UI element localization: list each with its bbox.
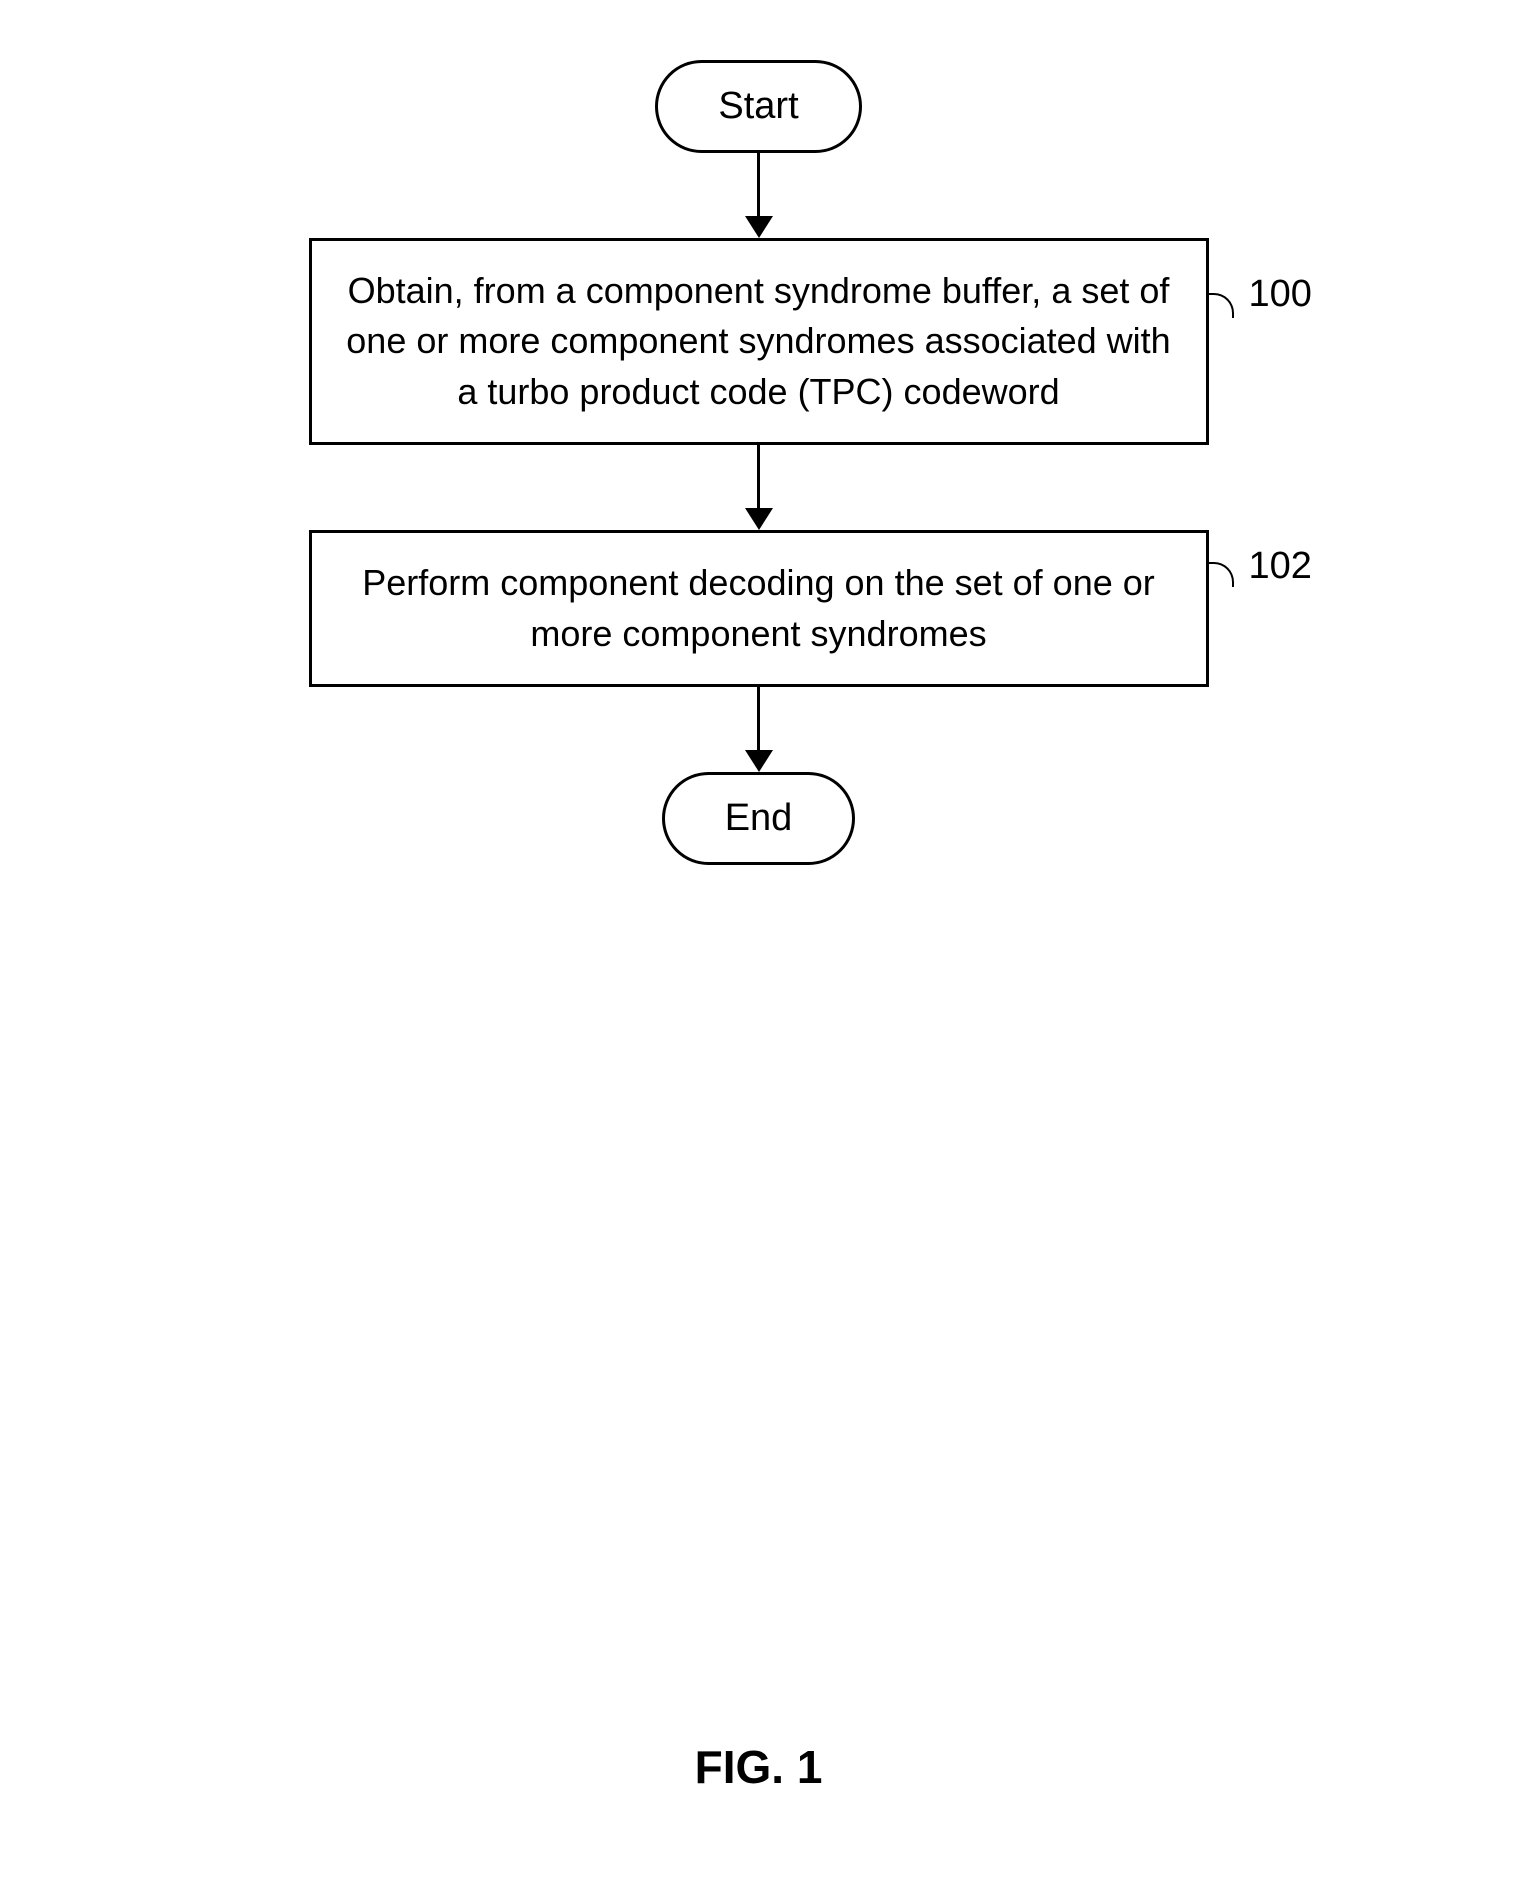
reference-number-102: 102 xyxy=(1249,545,1312,588)
reference-number-100: 100 xyxy=(1249,273,1312,316)
process-2-text: Perform component decoding on the set of… xyxy=(362,562,1155,653)
process-1-text: Obtain, from a component syndrome buffer… xyxy=(346,270,1170,412)
arrow-line xyxy=(757,153,760,216)
ref-connector-1 xyxy=(1209,293,1234,318)
process-step-2: Perform component decoding on the set of… xyxy=(309,530,1209,687)
arrow-line xyxy=(757,687,760,750)
process-step-1: Obtain, from a component syndrome buffer… xyxy=(309,238,1209,445)
ref-connector-2 xyxy=(1209,562,1234,587)
end-terminal: End xyxy=(662,772,856,865)
process-1-wrapper: Obtain, from a component syndrome buffer… xyxy=(309,238,1209,445)
figure-caption: FIG. 1 xyxy=(695,1740,823,1794)
arrow-head xyxy=(745,508,773,530)
arrow-3 xyxy=(745,687,773,772)
process-2-wrapper: Perform component decoding on the set of… xyxy=(309,530,1209,687)
arrow-line xyxy=(757,445,760,508)
end-label: End xyxy=(725,797,793,839)
start-terminal: Start xyxy=(655,60,861,153)
start-label: Start xyxy=(718,85,798,127)
arrow-1 xyxy=(745,153,773,238)
flowchart-container: Start Obtain, from a component syndrome … xyxy=(309,60,1209,865)
arrow-head xyxy=(745,216,773,238)
arrow-head xyxy=(745,750,773,772)
arrow-2 xyxy=(745,445,773,530)
